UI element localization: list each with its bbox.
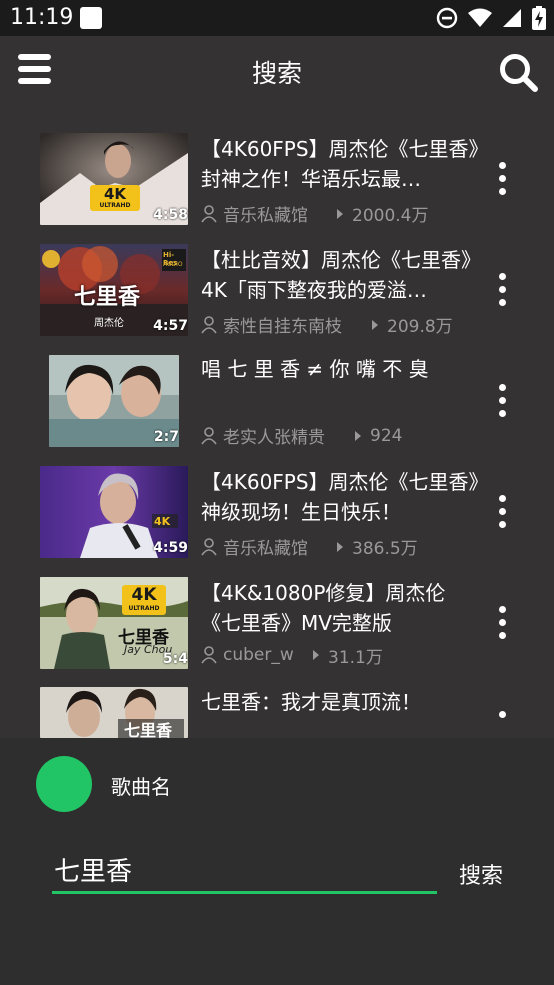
video-thumbnail[interactable]: 4K 4:59 xyxy=(40,466,188,558)
uploader-name: 老实人张精贵 xyxy=(223,428,325,448)
play-count-icon xyxy=(313,650,319,660)
user-icon xyxy=(201,537,217,555)
view-count: 209.8万 xyxy=(387,317,453,337)
video-thumbnail[interactable]: Hi-Res AUDIO 七里香 周杰伦 4:57 xyxy=(40,244,188,336)
uploader-name: 音乐私藏馆 xyxy=(223,206,308,226)
video-meta: 音乐私藏馆 2000.4万 xyxy=(201,201,428,226)
do-not-disturb-icon xyxy=(436,7,458,29)
status-bar: 11:19 xyxy=(0,0,554,36)
list-item[interactable]: 4K 4:59 【4K60FPS】周杰伦《七里香》神级现场！生日快乐！ 音乐私藏… xyxy=(0,465,554,576)
list-item[interactable]: 4K ULTRAHD 4:58 【4K60FPS】周杰伦《七里香》封神之作！华语… xyxy=(0,132,554,243)
play-count-icon xyxy=(372,319,378,330)
duration-label: 5:4 xyxy=(162,651,188,667)
search-area: 搜索 xyxy=(0,828,554,985)
video-meta: 音乐私藏馆 386.5万 xyxy=(201,534,418,559)
more-options-icon[interactable] xyxy=(490,491,514,531)
duration-label: 2:7 xyxy=(153,429,179,445)
app-bar: 搜索 xyxy=(0,36,554,108)
more-options-icon[interactable] xyxy=(490,269,514,309)
view-count: 2000.4万 xyxy=(352,206,429,226)
video-thumbnail[interactable]: 4K ULTRAHD 4:58 xyxy=(40,133,188,225)
uploader-name: 音乐私藏馆 xyxy=(223,539,308,559)
play-count-icon xyxy=(337,541,343,552)
user-icon xyxy=(201,204,217,222)
video-title[interactable]: 【4K60FPS】周杰伦《七里香》封神之作！华语乐坛最… xyxy=(201,134,481,194)
duration-label: 4:58 xyxy=(153,207,188,223)
list-item[interactable]: Hi-Res AUDIO 七里香 周杰伦 4:57 【杜比音效】周杰伦《七里香》… xyxy=(0,243,554,354)
play-count-icon xyxy=(355,430,361,441)
song-name: 歌曲名 xyxy=(111,775,171,799)
video-meta: cuber_w 31.1万 xyxy=(201,645,383,668)
video-title[interactable]: 唱 七 里 香 ≠ 你 嘴 不 臭 xyxy=(201,354,481,384)
notification-icon xyxy=(80,7,102,29)
more-options-icon[interactable] xyxy=(490,707,514,738)
search-input[interactable] xyxy=(52,848,437,894)
video-thumbnail[interactable]: 七里香 xyxy=(40,687,188,738)
search-icon[interactable] xyxy=(498,52,540,94)
list-item[interactable]: 4K ULTRAHD 七里香 Jay Chou 5:4 【4K&1080P修复】… xyxy=(0,576,554,687)
user-icon xyxy=(201,315,217,333)
status-time: 11:19 xyxy=(10,5,74,30)
view-count: 31.1万 xyxy=(328,647,383,668)
mini-player[interactable]: 歌曲名 xyxy=(0,738,554,828)
uploader-name: 索性自挂东南枝 xyxy=(223,317,342,337)
list-item[interactable]: 七里香 七里香：我才是真顶流！ xyxy=(0,687,554,738)
album-art[interactable] xyxy=(36,756,92,812)
page-title: 搜索 xyxy=(251,59,302,88)
view-count: 924 xyxy=(370,425,403,446)
video-meta: 老实人张精贵 924 xyxy=(201,423,402,448)
user-icon xyxy=(201,646,217,664)
video-title[interactable]: 【4K&1080P修复】周杰伦《七里香》MV完整版 xyxy=(201,578,481,638)
more-options-icon[interactable] xyxy=(490,602,514,642)
play-count-icon xyxy=(337,208,343,219)
video-title[interactable]: 【杜比音效】周杰伦《七里香》4K「雨下整夜我的爱溢… xyxy=(201,245,481,305)
video-meta: 索性自挂东南枝 209.8万 xyxy=(201,312,453,337)
search-button[interactable]: 搜索 xyxy=(459,858,503,890)
duration-label: 4:59 xyxy=(153,540,188,556)
list-item[interactable]: 2:7 唱 七 里 香 ≠ 你 嘴 不 臭 老实人张精贵 924 xyxy=(0,354,554,465)
view-count: 386.5万 xyxy=(352,539,418,559)
duration-label: 4:57 xyxy=(153,318,188,334)
battery-charging-icon xyxy=(532,6,546,30)
more-options-icon[interactable] xyxy=(490,380,514,420)
video-thumbnail[interactable]: 2:7 xyxy=(49,355,179,447)
more-options-icon[interactable] xyxy=(490,158,514,198)
results-list[interactable]: 4K ULTRAHD 4:58 【4K60FPS】周杰伦《七里香》封神之作！华语… xyxy=(0,108,554,738)
cell-signal-icon xyxy=(503,9,521,27)
video-thumbnail[interactable]: 4K ULTRAHD 七里香 Jay Chou 5:4 xyxy=(40,577,188,669)
video-title[interactable]: 【4K60FPS】周杰伦《七里香》神级现场！生日快乐！ xyxy=(201,467,481,527)
wifi-icon xyxy=(468,8,492,27)
uploader-name: cuber_w xyxy=(223,645,294,665)
video-title[interactable]: 七里香：我才是真顶流！ xyxy=(201,687,481,717)
user-icon xyxy=(201,426,217,444)
